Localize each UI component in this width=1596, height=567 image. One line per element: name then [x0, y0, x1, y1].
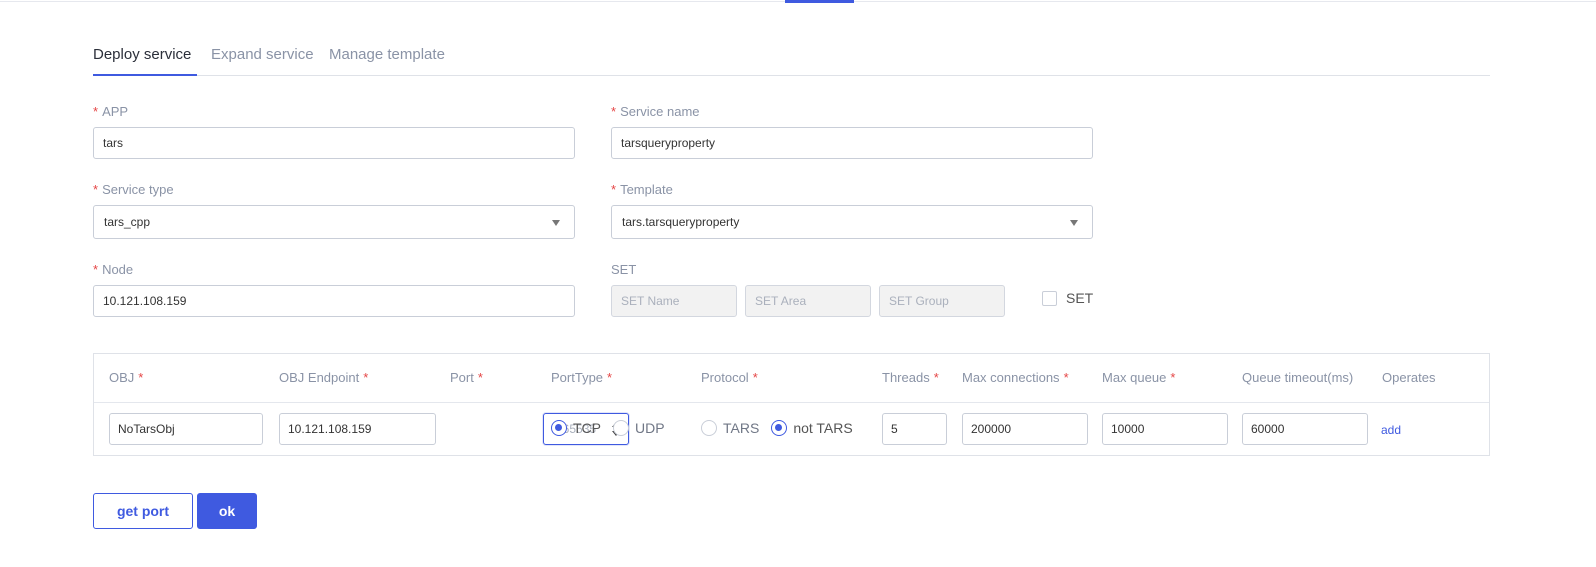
header-endpoint-text: OBJ Endpoint: [279, 370, 360, 385]
threads-input[interactable]: [882, 413, 947, 445]
app-label-text: APP: [102, 104, 129, 119]
protocol-not-tars-radio[interactable]: not TARS: [771, 420, 853, 436]
radio-unchecked-icon[interactable]: [701, 420, 717, 436]
set-checkbox-wrapper[interactable]: SET: [1042, 290, 1093, 306]
set-area-input[interactable]: [745, 285, 871, 317]
header-max-connections-text: Max connections: [962, 370, 1060, 385]
service-type-select[interactable]: tars_cpp: [93, 205, 575, 239]
header-obj: OBJ *: [109, 370, 143, 385]
header-port-type: PortType *: [551, 370, 612, 385]
protocol-tars-label: TARS: [723, 420, 760, 436]
tab-manage-template[interactable]: Manage template: [329, 46, 445, 63]
header-protocol-text: Protocol: [701, 370, 749, 385]
node-label: * Node: [93, 262, 133, 277]
tab-deploy-service[interactable]: Deploy service: [93, 46, 191, 63]
service-name-label-text: Service name: [620, 104, 700, 119]
set-label: SET: [611, 262, 637, 277]
set-checkbox-label: SET: [1066, 290, 1094, 306]
port-type-udp-label: UDP: [635, 420, 665, 436]
port-type-udp-radio[interactable]: UDP: [613, 420, 665, 436]
required-mark: *: [611, 104, 617, 119]
tab-bar: Deploy service Expand service Manage tem…: [93, 38, 1490, 76]
header-obj-text: OBJ: [109, 370, 135, 385]
protocol-not-tars-label: not TARS: [793, 420, 853, 436]
service-name-input[interactable]: [611, 127, 1093, 159]
header-port: Port *: [450, 370, 483, 385]
header-port-type-text: PortType: [551, 370, 604, 385]
template-label-text: Template: [620, 182, 673, 197]
header-port-text: Port: [450, 370, 474, 385]
required-mark: *: [138, 370, 144, 385]
port-type-radio-group: TCP UDP: [551, 420, 677, 436]
required-mark: *: [752, 370, 758, 385]
protocol-radio-group: TARS not TARS: [701, 420, 865, 436]
service-name-label: * Service name: [611, 104, 700, 119]
app-label: * APP: [93, 104, 128, 119]
required-mark: *: [93, 262, 99, 277]
radio-checked-icon[interactable]: [771, 420, 788, 436]
required-mark: *: [363, 370, 369, 385]
required-mark: *: [93, 104, 99, 119]
service-type-label-text: Service type: [102, 182, 174, 197]
required-mark: *: [1170, 370, 1176, 385]
get-port-button[interactable]: get port: [93, 493, 193, 529]
set-name-input[interactable]: [611, 285, 737, 317]
table-header-divider: [94, 402, 1489, 403]
required-mark: *: [93, 182, 99, 197]
required-mark: *: [477, 370, 483, 385]
header-threads: Threads *: [882, 370, 939, 385]
set-group-input[interactable]: [879, 285, 1005, 317]
set-checkbox[interactable]: [1042, 290, 1057, 306]
app-input[interactable]: [93, 127, 575, 159]
radio-checked-icon[interactable]: [551, 420, 567, 436]
node-input[interactable]: [93, 285, 575, 317]
header-max-queue: Max queue *: [1102, 370, 1175, 385]
port-type-tcp-label: TCP: [573, 420, 601, 436]
service-type-label: * Service type: [93, 182, 174, 197]
header-endpoint: OBJ Endpoint *: [279, 370, 368, 385]
required-mark: *: [1063, 370, 1069, 385]
max-queue-input[interactable]: [1102, 413, 1228, 445]
top-nav-active-indicator: [785, 0, 854, 3]
add-servant-link[interactable]: add: [1381, 423, 1401, 437]
header-threads-text: Threads: [882, 370, 930, 385]
tab-active-underline: [93, 74, 197, 76]
chevron-down-icon: [1070, 220, 1078, 226]
template-label: * Template: [611, 182, 673, 197]
protocol-tars-radio[interactable]: TARS: [701, 420, 759, 436]
header-max-queue-text: Max queue: [1102, 370, 1167, 385]
service-type-value: tars_cpp: [104, 215, 151, 229]
servant-table: OBJ * OBJ Endpoint * Port * PortType * Proto…: [93, 353, 1490, 456]
required-mark: *: [933, 370, 939, 385]
port-type-tcp-radio[interactable]: TCP: [551, 420, 601, 436]
template-select[interactable]: tars.tarsqueryproperty: [611, 205, 1093, 239]
required-mark: *: [607, 370, 613, 385]
header-max-connections: Max connections *: [962, 370, 1069, 385]
template-value: tars.tarsqueryproperty: [622, 215, 740, 229]
endpoint-input[interactable]: [279, 413, 436, 445]
radio-unchecked-icon[interactable]: [613, 420, 629, 436]
max-connections-input[interactable]: [962, 413, 1088, 445]
ok-button[interactable]: ok: [197, 493, 257, 529]
obj-input[interactable]: [109, 413, 263, 445]
node-label-text: Node: [102, 262, 134, 277]
header-queue-timeout: Queue timeout(ms): [1242, 370, 1354, 385]
required-mark: *: [611, 182, 617, 197]
queue-timeout-input[interactable]: [1242, 413, 1368, 445]
chevron-down-icon: [552, 220, 560, 226]
tab-expand-service[interactable]: Expand service: [211, 46, 314, 63]
header-protocol: Protocol *: [701, 370, 758, 385]
header-operates: Operates: [1382, 370, 1436, 385]
